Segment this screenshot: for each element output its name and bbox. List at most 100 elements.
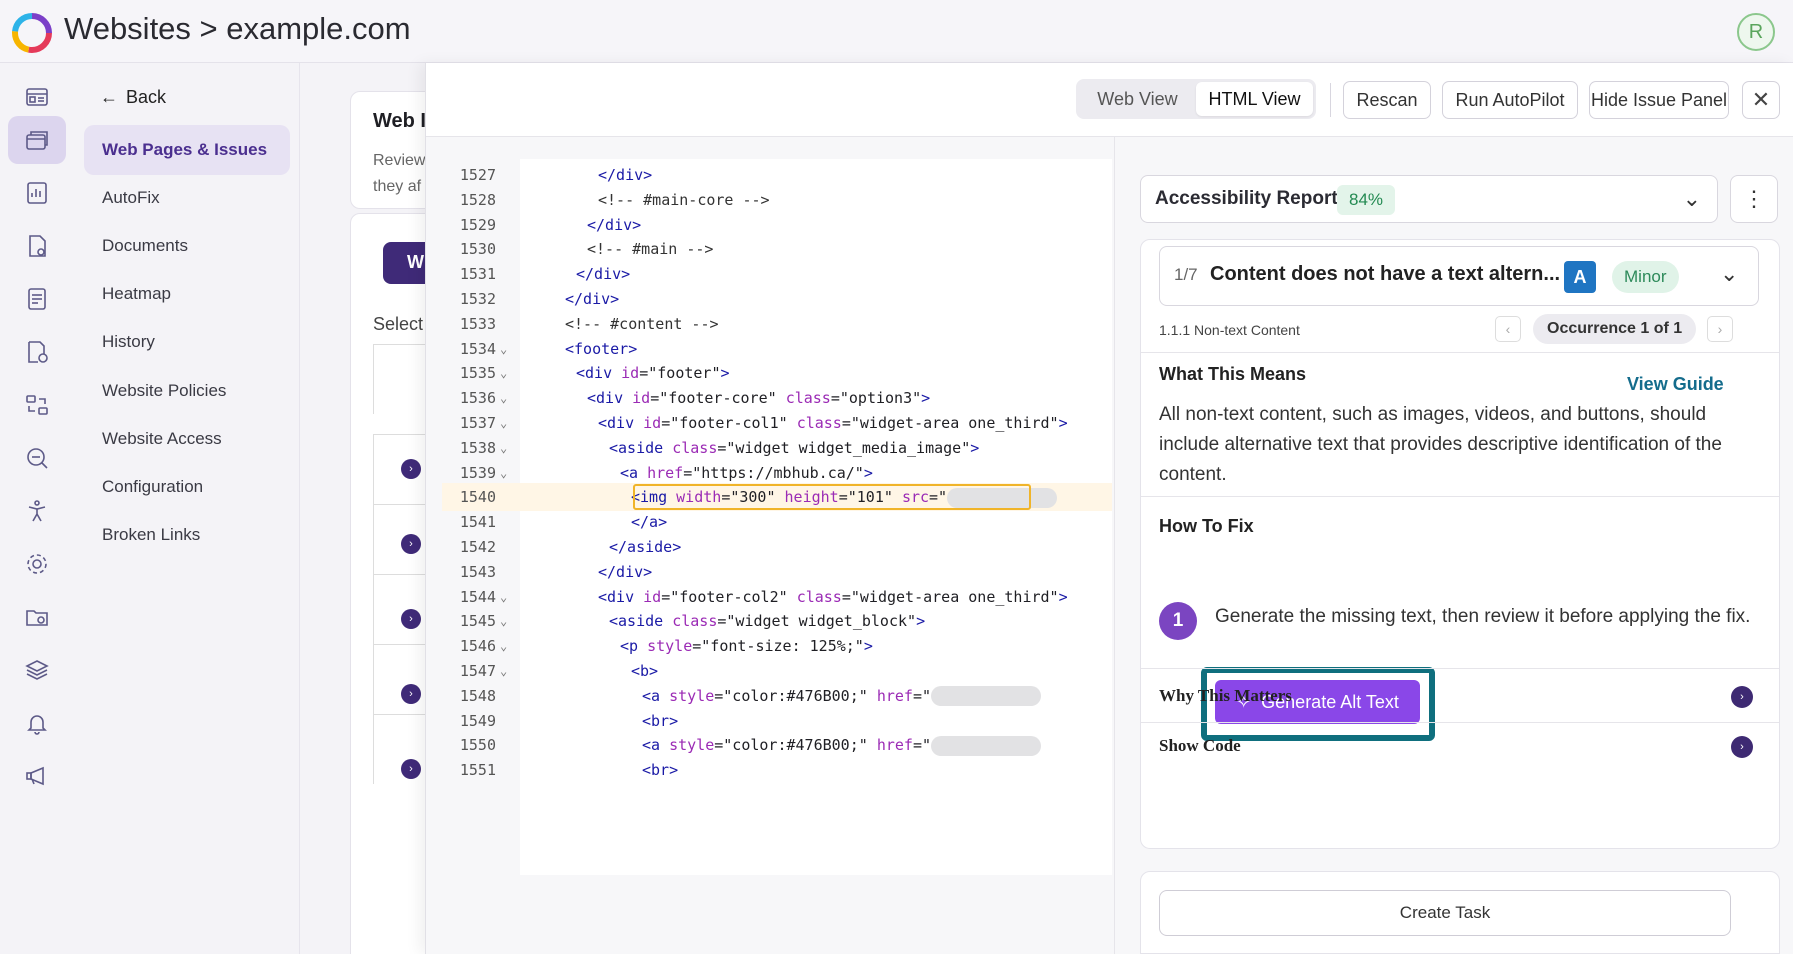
fold-toggle-icon[interactable]: ⌄ (500, 459, 507, 487)
code-token: <!-- #content --> (565, 314, 719, 333)
avatar[interactable]: R (1737, 13, 1775, 51)
fold-toggle-icon[interactable]: ⌄ (500, 632, 507, 660)
nav-item-configuration[interactable]: Configuration (84, 462, 290, 512)
view-toggle: Web View HTML View (1076, 79, 1316, 119)
compare-icon[interactable] (8, 381, 66, 429)
layers-icon[interactable] (8, 646, 66, 694)
settings-icon[interactable] (8, 540, 66, 588)
chevron-right-icon[interactable]: › (1731, 686, 1753, 708)
line-number: 1534 (459, 339, 496, 358)
code-token: <a (642, 736, 670, 755)
view-guide-link[interactable]: View Guide (1627, 374, 1724, 395)
line-number: 1546 (459, 637, 496, 656)
code-text: <a style="color:#476B00;" href=" (642, 731, 1041, 759)
websites-icon[interactable] (8, 116, 66, 164)
tab-html-view[interactable]: HTML View (1196, 82, 1313, 116)
nav-item-website-access[interactable]: Website Access (84, 414, 290, 464)
code-text: </div> (576, 260, 630, 288)
fold-toggle-icon[interactable]: ⌄ (500, 409, 507, 437)
code-token: =" (912, 736, 931, 755)
code-editor[interactable]: 1527 </div> 1528 <!-- #main-core --> 1529 </d… (442, 159, 1112, 875)
code-text: <!-- #content --> (565, 310, 719, 338)
fold-toggle-icon[interactable]: ⌄ (500, 335, 507, 363)
folder-settings-icon[interactable] (8, 593, 66, 641)
nav-item-website-policies[interactable]: Website Policies (84, 366, 290, 416)
rescan-button[interactable]: Rescan (1343, 81, 1431, 119)
code-line: 1544 ⌄ <div id="footer-col2" class="widget… (442, 583, 1112, 611)
accessibility-icon[interactable] (8, 487, 66, 535)
step-number: 1 (1159, 602, 1197, 640)
code-token: > (970, 438, 980, 457)
page-description-line: they af (373, 178, 422, 195)
next-occurrence-icon[interactable]: › (1707, 316, 1733, 342)
nav-item-broken-links[interactable]: Broken Links (84, 510, 290, 560)
previous-occurrence-icon[interactable]: ‹ (1495, 316, 1521, 342)
close-icon[interactable]: ✕ (1742, 81, 1780, 119)
fold-toggle-icon[interactable]: ⌄ (500, 384, 507, 412)
chevron-right-icon[interactable]: › (1731, 736, 1753, 758)
run-autopilot-button[interactable]: Run AutoPilot (1442, 81, 1578, 119)
nav-item-documents[interactable]: Documents (84, 221, 290, 271)
why-this-matters-title[interactable]: Why This Matters (1159, 686, 1292, 706)
criterion-label: 1.1.1 Non-text Content (1159, 322, 1300, 338)
code-token: </div> (576, 265, 631, 284)
show-code-title[interactable]: Show Code (1159, 736, 1241, 756)
fold-toggle-icon[interactable]: ⌄ (500, 607, 507, 635)
create-task-button[interactable]: Create Task (1159, 890, 1731, 936)
fold-toggle-icon[interactable]: ⌄ (500, 583, 507, 611)
announcement-icon[interactable] (8, 752, 66, 800)
reports-icon[interactable] (8, 169, 66, 217)
code-line: 1536 ⌄ <div id="footer-core" class="option… (442, 384, 1112, 412)
expand-row-icon[interactable]: › (401, 534, 421, 554)
app-logo-icon[interactable] (11, 12, 53, 54)
breadcrumb[interactable]: Websites > example.com (64, 11, 411, 47)
document-accessibility-icon[interactable] (8, 328, 66, 376)
nav-item-web-pages-issues[interactable]: Web Pages & Issues (84, 125, 290, 175)
accessibility-report-dropdown[interactable]: Accessibility Report 84% ⌄ (1140, 175, 1718, 223)
line-number: 1537 (459, 414, 496, 432)
expand-row-icon[interactable]: › (401, 459, 421, 479)
expand-row-icon[interactable]: › (401, 684, 421, 704)
line-number: 1539 (459, 463, 496, 482)
tab-web-view[interactable]: Web View (1079, 82, 1196, 116)
code-line: 1527 </div> (442, 161, 1112, 189)
how-to-fix-title: How To Fix (1159, 516, 1254, 536)
search-analysis-icon[interactable] (8, 434, 66, 482)
divider (1141, 668, 1779, 669)
code-token: <div (598, 587, 644, 606)
line-number: 1541 (459, 513, 496, 532)
fold-toggle-icon[interactable]: ⌄ (500, 434, 507, 462)
hide-issue-panel-button[interactable]: Hide Issue Panel (1589, 81, 1729, 119)
nav-item-history[interactable]: History (84, 317, 290, 367)
nav-item-autofix[interactable]: AutoFix (84, 173, 290, 223)
code-text: <a href="https://mbhub.ca/"> (620, 459, 873, 487)
bell-icon[interactable] (8, 699, 66, 747)
code-token: ="footer" (639, 364, 721, 383)
fold-toggle-icon[interactable]: ⌄ (500, 359, 507, 387)
filter-button[interactable]: W (383, 242, 430, 284)
code-text: </div> (565, 285, 619, 313)
nav-item-heatmap[interactable]: Heatmap (84, 269, 290, 319)
main-content: Web I Review they af W Select › › › › › (300, 63, 430, 954)
fold-toggle-icon[interactable]: ⌄ (500, 657, 507, 685)
line-number: 1538 (459, 438, 496, 457)
expand-row-icon[interactable]: › (401, 759, 421, 779)
dashboard-icon[interactable] (8, 73, 66, 121)
what-this-means-title: What This Means (1159, 364, 1307, 384)
more-options-icon[interactable]: ⋮ (1730, 175, 1778, 223)
code-text: <div id="footer-col1" class="widget-area… (598, 409, 1068, 437)
code-token: <b> (631, 662, 659, 680)
code-line: 1533 <!-- #content --> (442, 310, 1112, 338)
document-icon[interactable] (8, 275, 66, 323)
back-button[interactable]: ← Back (100, 87, 166, 108)
line-number: 1536 (459, 389, 496, 408)
issue-selector[interactable]: 1/7 Content does not have a text altern.… (1159, 246, 1759, 306)
code-token: <br> (642, 711, 679, 730)
redacted-value (931, 735, 1041, 756)
expand-row-icon[interactable]: › (401, 609, 421, 629)
code-line: 1548 <a style="color:#476B00;" href=" (442, 682, 1112, 710)
code-text: <footer> (565, 335, 637, 363)
code-token: style (669, 736, 715, 755)
code-token: <aside (609, 438, 673, 457)
document-settings-icon[interactable] (8, 222, 66, 270)
